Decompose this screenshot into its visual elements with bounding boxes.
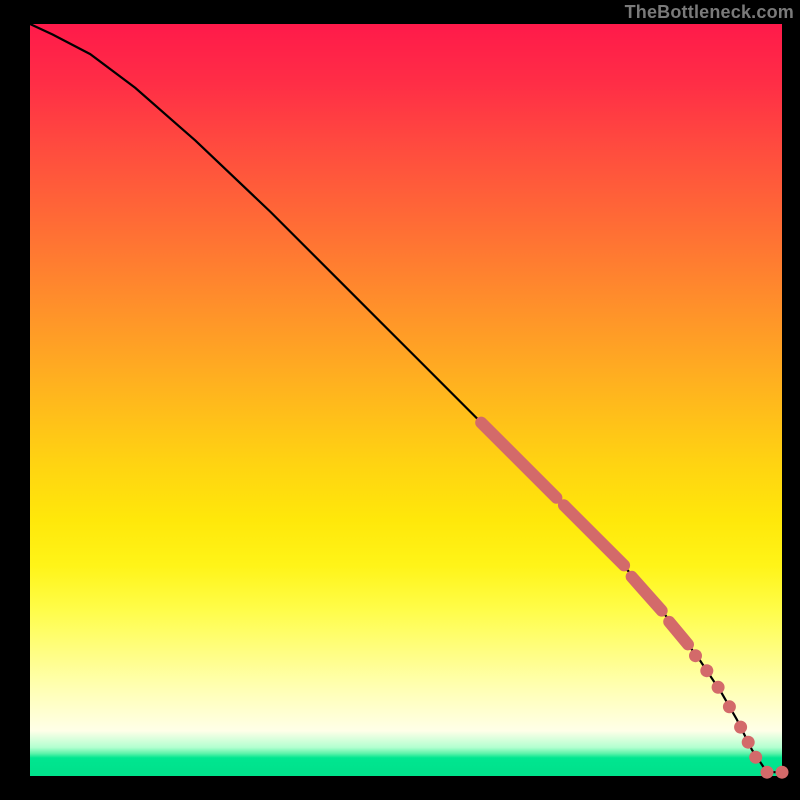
highlight-point xyxy=(712,681,725,694)
chart-frame: TheBottleneck.com xyxy=(0,0,800,800)
highlight-point xyxy=(749,751,762,764)
highlight-point xyxy=(689,649,702,662)
curve-line xyxy=(30,24,782,772)
highlight-segment xyxy=(564,505,624,565)
highlight-point xyxy=(761,766,774,779)
highlight-point xyxy=(776,766,789,779)
highlight-segment xyxy=(669,622,688,645)
attribution-text: TheBottleneck.com xyxy=(625,2,794,23)
plot-area xyxy=(30,24,782,776)
chart-svg xyxy=(30,24,782,776)
highlight-point xyxy=(734,721,747,734)
highlight-point xyxy=(700,664,713,677)
highlight-segment xyxy=(481,423,556,498)
highlight-segments xyxy=(481,423,688,645)
highlight-points xyxy=(689,649,789,779)
highlight-segment xyxy=(632,577,662,611)
highlight-point xyxy=(723,700,736,713)
highlight-point xyxy=(742,736,755,749)
